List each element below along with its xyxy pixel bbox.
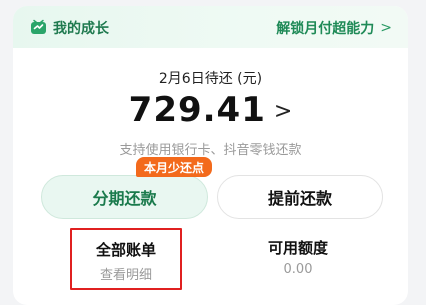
unlock-monthly-link[interactable]: 解锁月付超能力 > — [276, 18, 392, 38]
all-bills-title: 全部账单 — [95, 241, 156, 259]
growth-title: 我的成长 — [53, 21, 109, 37]
due-date-label: 2月6日待还 (元) — [158, 71, 263, 87]
chevron-right-icon: > — [273, 98, 293, 124]
amount-row[interactable]: 729.41 > — [13, 90, 408, 130]
pay-less-badge: 本月少还点 — [136, 157, 213, 177]
due-amount: 729.41 — [128, 90, 266, 130]
growth-header: 我的成长 解锁月付超能力 > — [13, 6, 408, 48]
chevron-right-icon: > — [380, 20, 392, 36]
growth-card: 我的成长 解锁月付超能力 > 2月6日待还 (元) 729.41 > 支持使用银… — [13, 6, 408, 305]
growth-badge-icon — [31, 19, 46, 34]
all-bills-entry[interactable]: 全部账单 查看明细 — [70, 228, 182, 290]
unlock-monthly-label: 解锁月付超能力 — [276, 21, 375, 37]
installment-repay-button[interactable]: 分期还款 — [41, 175, 208, 219]
early-repay-button[interactable]: 提前还款 — [217, 175, 383, 219]
available-credit-value: 0.00 — [283, 262, 313, 277]
payment-methods-note: 支持使用银行卡、抖音零钱还款 — [119, 143, 302, 158]
view-details-label: 查看明细 — [99, 268, 152, 283]
available-credit-title[interactable]: 可用额度 — [243, 237, 353, 258]
